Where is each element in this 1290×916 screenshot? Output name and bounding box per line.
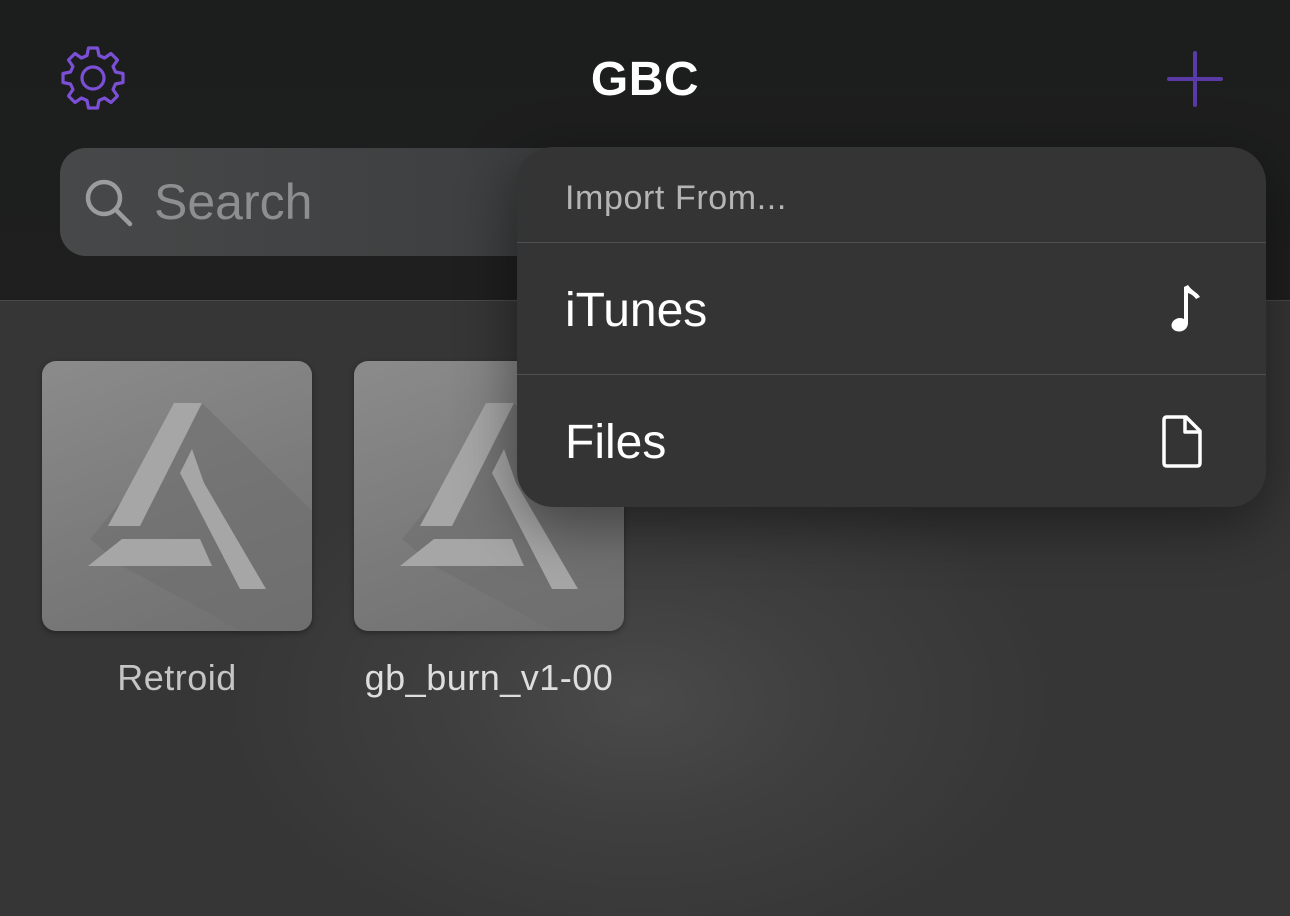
search-input[interactable]	[154, 166, 574, 238]
page-title: GBC	[590, 53, 700, 106]
plus-icon	[1167, 51, 1223, 107]
menu-item-files[interactable]: Files	[517, 375, 1266, 507]
import-menu: Import From... iTunes Files	[517, 147, 1266, 507]
settings-button[interactable]	[56, 42, 130, 116]
search-icon	[85, 179, 133, 227]
game-artwork[interactable]	[42, 361, 312, 631]
game-title: Retroid	[117, 657, 237, 698]
add-button[interactable]	[1164, 48, 1226, 110]
placeholder-logo-icon	[88, 403, 312, 631]
menu-item-label: Files	[565, 416, 667, 469]
document-icon	[1154, 413, 1210, 469]
menu-header-label: Import From...	[565, 179, 787, 217]
gear-icon	[61, 46, 125, 110]
music-note-icon	[1154, 281, 1210, 337]
menu-item-label: iTunes	[565, 284, 708, 337]
menu-item-itunes[interactable]: iTunes	[517, 243, 1266, 375]
menu-header: Import From...	[517, 147, 1266, 243]
game-item-retroid[interactable]: Retroid	[42, 361, 312, 699]
game-title: gb_burn_v1-00	[364, 657, 614, 698]
